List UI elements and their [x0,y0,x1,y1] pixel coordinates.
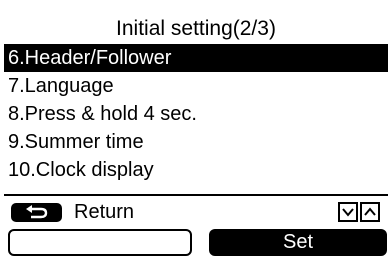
menu-item-press-hold[interactable]: 8.Press & hold 4 sec. [4,100,388,128]
menu-item-language[interactable]: 7.Language [4,72,388,100]
settings-menu: 6.Header/Follower 7.Language 8.Press & h… [4,44,388,184]
return-label: Return [74,201,135,223]
menu-item-header-follower[interactable]: 6.Header/Follower [4,44,388,72]
menu-item-summer-time[interactable]: 9.Summer time [4,128,388,156]
down-arrow-icon[interactable] [338,202,358,222]
return-arrow-icon [26,205,48,219]
nav-arrows [338,202,384,222]
up-arrow-icon[interactable] [360,202,380,222]
footer-divider [4,194,388,196]
page-title: Initial setting(2/3) [116,17,276,40]
remote-controller-screen: Initial setting(2/3) 6.Header/Follower 7… [0,0,392,256]
return-button[interactable] [11,203,62,222]
menu-item-clock-display[interactable]: 10.Clock display [4,156,388,184]
